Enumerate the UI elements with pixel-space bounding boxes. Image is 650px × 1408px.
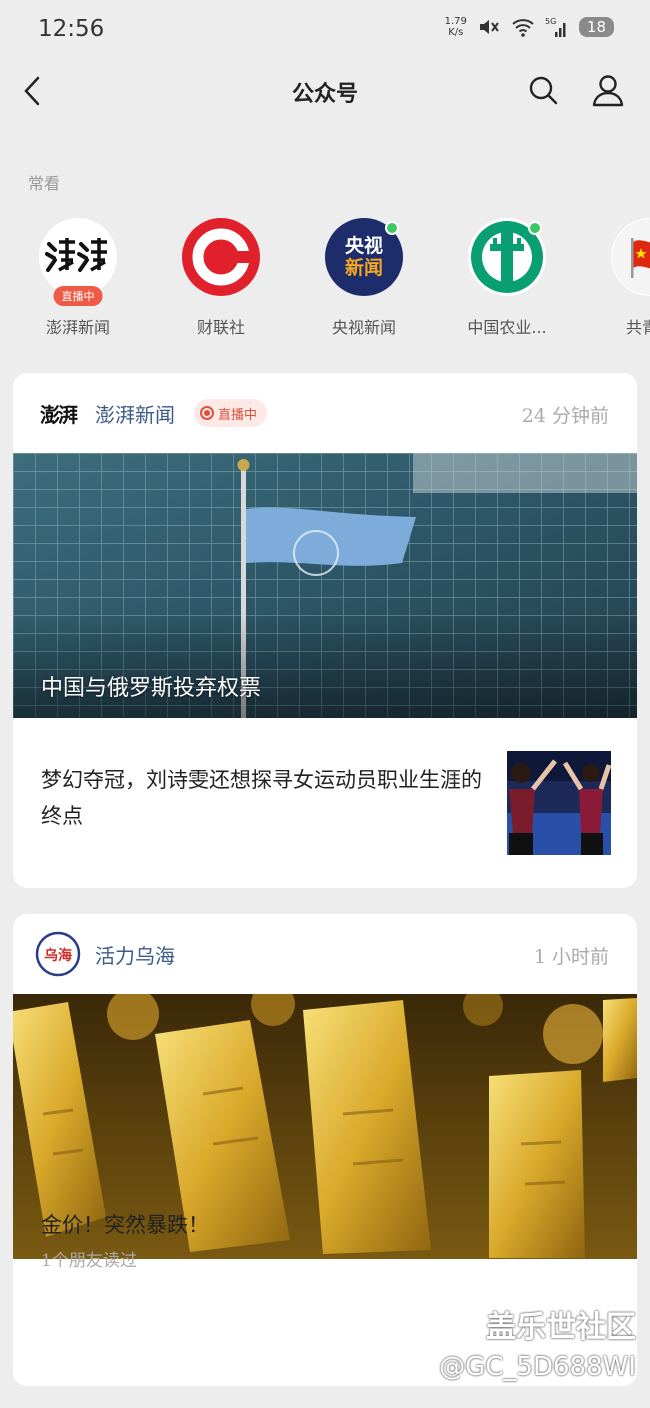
abc-avatar bbox=[468, 218, 546, 296]
card-header[interactable]: 乌海 活力乌海 1 小时前 bbox=[13, 914, 637, 994]
wuhai-logo-icon: 乌海 bbox=[35, 931, 81, 977]
article-card-pengpai: 澎湃 澎湃新闻 直播中 24 分钟前 中国与俄罗斯投弃权票 梦幻夺冠，刘诗雯还想… bbox=[13, 373, 637, 888]
status-time: 12:56 bbox=[38, 16, 105, 42]
signal-icon: 5G bbox=[545, 17, 566, 37]
svg-text:乌海: 乌海 bbox=[44, 947, 72, 964]
frequent-accounts-row: 直播中 澎湃新闻 财联社 央视 新闻 央视新闻 中国农业... 共青 bbox=[0, 218, 650, 348]
source-logo: 澎湃 bbox=[40, 402, 78, 427]
search-icon[interactable] bbox=[527, 74, 559, 106]
battery-indicator: 18 bbox=[578, 17, 614, 37]
hero-caption: 中国与俄罗斯投弃权票 bbox=[41, 676, 262, 701]
cailianshe-avatar bbox=[182, 218, 260, 296]
cyl-avatar bbox=[611, 218, 650, 296]
table-tennis-image bbox=[507, 751, 611, 855]
frequent-label: 常看 bbox=[28, 174, 61, 193]
live-badge: 直播中 bbox=[53, 286, 103, 306]
wifi-icon bbox=[512, 19, 534, 37]
frequent-item-label: 澎湃新闻 bbox=[45, 318, 110, 337]
source-name: 澎湃新闻 bbox=[95, 403, 175, 427]
cctv-news-avatar: 央视 新闻 bbox=[325, 218, 403, 296]
watermark-text: 盖乐世社区 bbox=[486, 1310, 636, 1345]
source-name: 活力乌海 bbox=[95, 944, 175, 968]
frequent-item-label: 财联社 bbox=[196, 318, 245, 337]
live-badge: 直播中 bbox=[194, 399, 268, 427]
frequent-item-cyl[interactable]: 共青团 bbox=[590, 218, 650, 338]
friends-read-meta: 1个朋友读过 bbox=[41, 1251, 137, 1271]
live-icon bbox=[200, 406, 214, 420]
pengpai-logo-icon bbox=[45, 238, 107, 272]
card-header[interactable]: 澎湃 澎湃新闻 直播中 24 分钟前 bbox=[13, 373, 637, 453]
frequent-item-label: 共青团 bbox=[625, 318, 650, 337]
frequent-item-cctv-news[interactable]: 央视 新闻 央视新闻 bbox=[304, 218, 424, 338]
watermark-handle: @GC_5D688WI bbox=[439, 1352, 636, 1382]
article-title: 金价！突然暴跌！ bbox=[41, 1213, 209, 1237]
svg-text:5G: 5G bbox=[545, 17, 556, 26]
frequent-item-label: 央视新闻 bbox=[331, 318, 396, 337]
new-dot bbox=[385, 221, 399, 235]
status-bar: 12:56 1.79 K/s 5G 18 bbox=[0, 0, 650, 60]
frequent-item-abc[interactable]: 中国农业... bbox=[447, 218, 567, 338]
new-dot bbox=[528, 221, 542, 235]
hero-article[interactable]: 中国与俄罗斯投弃权票 bbox=[13, 453, 637, 718]
frequent-item-pengpai[interactable]: 直播中 澎湃新闻 bbox=[18, 218, 138, 338]
status-icons: 1.79 K/s 5G 18 bbox=[445, 16, 614, 38]
source-logo: 乌海 bbox=[35, 931, 81, 977]
post-time: 24 分钟前 bbox=[521, 405, 609, 427]
pengpai-avatar: 直播中 bbox=[39, 218, 117, 306]
cailianshe-logo-icon bbox=[182, 218, 260, 296]
sub-article-title: 梦幻夺冠，刘诗雯还想探寻女运动员职业生涯的终点 bbox=[41, 768, 482, 828]
flag-icon bbox=[612, 219, 650, 295]
sub-article[interactable]: 梦幻夺冠，刘诗雯还想探寻女运动员职业生涯的终点 bbox=[13, 718, 637, 886]
frequent-item-cailianshe[interactable]: 财联社 bbox=[161, 218, 281, 338]
sub-article-thumbnail bbox=[507, 751, 611, 855]
frequent-item-label: 中国农业... bbox=[467, 318, 547, 337]
network-speed: 1.79 K/s bbox=[444, 16, 467, 38]
top-nav: 公众号 bbox=[0, 60, 650, 122]
mute-icon bbox=[479, 20, 499, 34]
user-icon[interactable] bbox=[590, 72, 626, 108]
post-time: 1 小时前 bbox=[533, 946, 609, 968]
